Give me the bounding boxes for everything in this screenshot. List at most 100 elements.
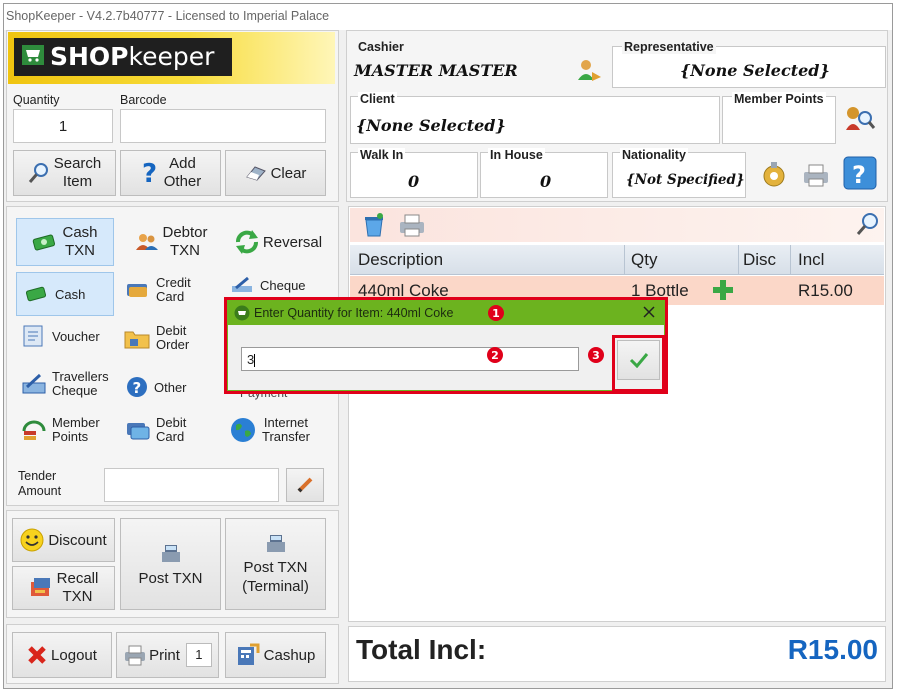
cashier-value: MASTER MASTER bbox=[354, 61, 518, 80]
cash-icon bbox=[33, 234, 56, 251]
checkmark-icon bbox=[629, 353, 648, 368]
member-points-icon bbox=[22, 420, 46, 440]
tender-calculate-button[interactable] bbox=[286, 468, 324, 502]
dialog-title: Enter Quantity for Item: 440ml Coke bbox=[254, 306, 454, 320]
print-button[interactable]: Print 1 bbox=[116, 632, 219, 678]
tender-amount-label: Tender Amount bbox=[18, 469, 62, 498]
callout-badge-1: 1 bbox=[488, 305, 504, 321]
question-icon: ? bbox=[127, 377, 147, 397]
close-icon[interactable] bbox=[642, 305, 656, 322]
dialog-titlebar: Enter Quantity for Item: 440ml Coke 1 bbox=[228, 301, 664, 325]
dialog-app-icon bbox=[234, 305, 250, 324]
magnifier-icon bbox=[28, 163, 48, 183]
col-qty[interactable]: Qty bbox=[631, 250, 657, 270]
add-qty-icon[interactable] bbox=[712, 279, 734, 306]
cash-icon bbox=[25, 286, 47, 302]
search-items-icon[interactable] bbox=[856, 212, 880, 239]
print-copies-input[interactable]: 1 bbox=[185, 643, 212, 667]
user-edit-icon[interactable] bbox=[576, 58, 602, 85]
logo-text-light: keeper bbox=[128, 42, 215, 71]
in-house-value: 0 bbox=[540, 172, 552, 191]
credit-card-icon bbox=[127, 284, 147, 297]
col-description[interactable]: Description bbox=[358, 250, 443, 270]
cash-txn-button[interactable]: Cash TXN bbox=[16, 218, 114, 266]
pay-credit-card-button[interactable]: Credit Card bbox=[126, 276, 224, 314]
post-txn-button[interactable]: Post TXN bbox=[120, 518, 221, 610]
pay-travellers-cheque-button[interactable]: Travellers Cheque bbox=[22, 370, 122, 408]
reversal-button[interactable]: Reversal bbox=[228, 218, 328, 266]
shopkeeper-logo: SHOPkeeper bbox=[8, 32, 335, 84]
shopping-cart-icon bbox=[22, 45, 44, 68]
svg-text:?: ? bbox=[133, 379, 142, 397]
dialog-quantity-value: 3 bbox=[247, 352, 255, 367]
recall-txn-button[interactable]: Recall TXN bbox=[12, 566, 115, 610]
logout-button[interactable]: Logout bbox=[12, 632, 112, 678]
eraser-icon bbox=[245, 166, 266, 181]
walk-in-value: 0 bbox=[408, 172, 420, 191]
dialog-quantity-input[interactable]: 3 bbox=[241, 347, 579, 371]
client-search-icon[interactable] bbox=[844, 104, 876, 137]
users-icon bbox=[136, 234, 159, 250]
total-label: Total Incl: bbox=[356, 634, 487, 665]
recall-icon bbox=[30, 578, 50, 596]
svg-text:?: ? bbox=[142, 160, 157, 186]
representative-value: {None Selected} bbox=[680, 61, 830, 80]
col-incl[interactable]: Incl bbox=[798, 250, 824, 270]
clear-button[interactable]: Clear bbox=[225, 150, 326, 196]
add-other-button[interactable]: ? Add Other bbox=[120, 150, 221, 196]
quantity-dialog: Enter Quantity for Item: 440ml Coke 1 3 … bbox=[227, 300, 665, 392]
debit-card-icon bbox=[127, 423, 150, 440]
settings-gear-icon[interactable] bbox=[760, 160, 788, 191]
printer-icon[interactable] bbox=[802, 162, 830, 191]
cash-register-icon bbox=[266, 535, 285, 552]
nationality-label: Nationality bbox=[620, 148, 688, 162]
col-disc[interactable]: Disc bbox=[743, 250, 776, 270]
smiley-icon bbox=[20, 528, 44, 552]
print-items-icon[interactable] bbox=[398, 212, 426, 241]
pay-debit-card-button[interactable]: Debit Card bbox=[126, 416, 224, 454]
cashup-button[interactable]: Cashup bbox=[225, 632, 326, 678]
pay-voucher-button[interactable]: Voucher bbox=[22, 324, 120, 362]
pay-internet-transfer-button[interactable]: Internet Transfer bbox=[230, 416, 330, 454]
search-item-button[interactable]: Search Item bbox=[13, 150, 116, 196]
walk-in-label: Walk In bbox=[358, 148, 406, 162]
barcode-label: Barcode bbox=[120, 93, 167, 107]
refresh-icon bbox=[235, 230, 258, 254]
globe-icon bbox=[231, 418, 255, 442]
pay-other-button[interactable]: ? Other bbox=[126, 376, 224, 404]
help-icon[interactable]: ? bbox=[843, 156, 877, 193]
pen-icon bbox=[232, 276, 252, 292]
window-title: ShopKeeper - V4.2.7b40777 - Licensed to … bbox=[4, 4, 892, 30]
pay-debit-order-button[interactable]: Debit Order bbox=[124, 324, 224, 362]
post-txn-terminal-button[interactable]: Post TXN (Terminal) bbox=[225, 518, 326, 610]
total-value: R15.00 bbox=[787, 634, 878, 665]
representative-label: Representative bbox=[622, 40, 716, 54]
travellers-cheque-icon bbox=[22, 373, 46, 394]
callout-badge-2: 2 bbox=[487, 347, 503, 363]
confirm-button[interactable] bbox=[617, 340, 660, 380]
cashup-icon bbox=[237, 643, 260, 665]
logo-text-bold: SHOP bbox=[50, 42, 129, 71]
printer-icon bbox=[125, 645, 146, 666]
discount-button[interactable]: Discount bbox=[12, 518, 115, 562]
cashier-label: Cashier bbox=[358, 40, 404, 54]
pay-cash-button[interactable]: Cash bbox=[16, 272, 114, 316]
items-table-header: Description Qty Disc Incl bbox=[350, 245, 884, 275]
callout-badge-3: 3 bbox=[588, 347, 604, 363]
help-icon: ? bbox=[142, 160, 157, 186]
barcode-input[interactable] bbox=[120, 109, 326, 143]
quantity-label: Quantity bbox=[13, 93, 60, 107]
clear-items-icon[interactable] bbox=[362, 210, 388, 241]
quantity-value: 1 bbox=[58, 117, 68, 135]
nationality-value: {Not Specified} bbox=[626, 172, 745, 188]
client-value: {None Selected} bbox=[356, 116, 506, 135]
voucher-icon bbox=[23, 325, 43, 347]
cash-register-icon bbox=[161, 544, 180, 562]
svg-text:?: ? bbox=[852, 161, 866, 189]
client-label: Client bbox=[358, 92, 397, 106]
folder-icon bbox=[124, 331, 150, 349]
tender-amount-input[interactable] bbox=[104, 468, 279, 502]
debtor-txn-button[interactable]: Debtor TXN bbox=[122, 218, 222, 266]
pay-member-points-button[interactable]: Member Points bbox=[22, 416, 122, 454]
quantity-input[interactable]: 1 bbox=[13, 109, 113, 143]
